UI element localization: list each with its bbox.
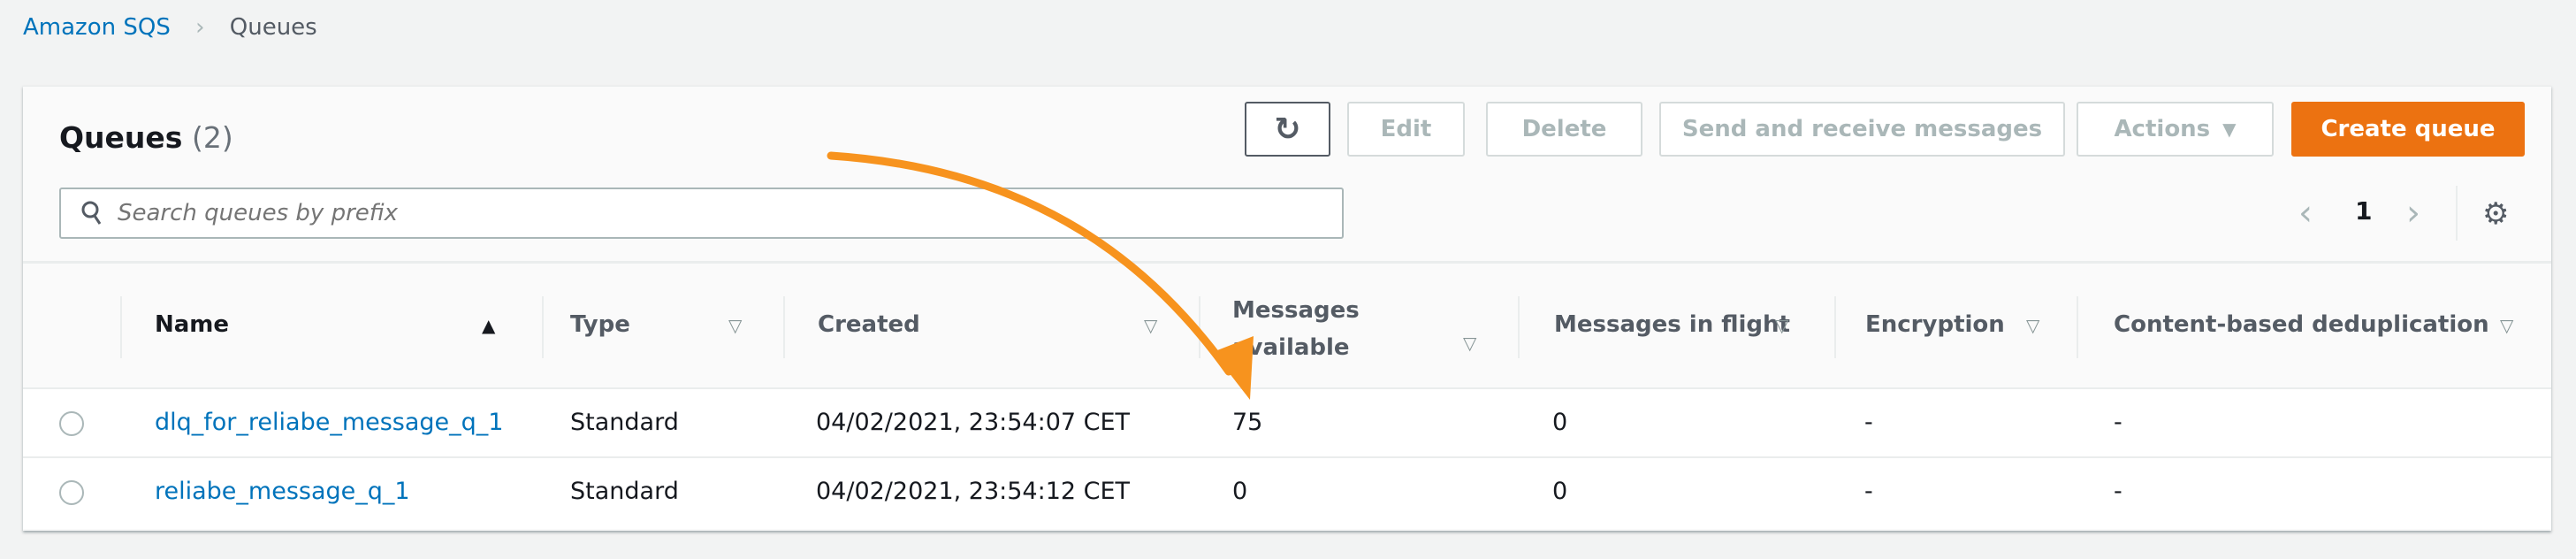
- page-number[interactable]: 1: [2355, 196, 2372, 226]
- refresh-icon: ↻: [1274, 111, 1301, 148]
- settings-button[interactable]: ⚙: [2482, 196, 2509, 232]
- header-divider: [23, 261, 2551, 264]
- sort-icon[interactable]: ▽: [2026, 315, 2039, 336]
- messages-available: 0: [1232, 478, 1248, 505]
- queue-created: 04/02/2021, 23:54:07 CET: [816, 409, 1131, 436]
- sort-ascending-icon[interactable]: ▲: [482, 315, 495, 336]
- prev-page-button[interactable]: ‹: [2298, 193, 2313, 234]
- breadcrumb-amazon-sqs[interactable]: Amazon SQS: [23, 14, 171, 41]
- gear-icon: ⚙: [2482, 196, 2510, 232]
- edit-button[interactable]: Edit: [1347, 102, 1465, 157]
- refresh-button[interactable]: ↻: [1245, 102, 1330, 157]
- messages-available: 75: [1232, 409, 1263, 436]
- queue-type: Standard: [570, 478, 679, 505]
- breadcrumb: Amazon SQS › Queues: [23, 14, 317, 41]
- delete-button[interactable]: Delete: [1486, 102, 1642, 157]
- actions-label: Actions: [2114, 116, 2211, 142]
- panel-title: Queues (2): [59, 120, 233, 155]
- search-field[interactable]: [118, 200, 1267, 226]
- sort-icon[interactable]: ▽: [1463, 333, 1476, 354]
- actions-dropdown[interactable]: Actions ▼: [2077, 102, 2274, 157]
- queue-count: (2): [191, 120, 233, 155]
- create-queue-button[interactable]: Create queue: [2291, 102, 2525, 157]
- content-dedup: -: [2114, 478, 2123, 505]
- messages-in-flight: 0: [1552, 478, 1568, 505]
- queue-name-link[interactable]: dlq_for_reliabe_message_q_1: [155, 409, 503, 436]
- column-header-content-dedup[interactable]: Content-based deduplication: [2114, 311, 2489, 338]
- breadcrumb-current: Queues: [229, 14, 317, 41]
- messages-in-flight: 0: [1552, 409, 1568, 436]
- sort-icon[interactable]: ▽: [728, 315, 742, 336]
- breadcrumb-separator-icon: ›: [195, 14, 205, 41]
- title-text: Queues: [59, 120, 183, 155]
- row-select-radio[interactable]: [59, 480, 84, 505]
- sort-icon[interactable]: ▽: [1144, 315, 1157, 336]
- send-receive-button[interactable]: Send and receive messages: [1659, 102, 2065, 157]
- column-header-messages-available[interactable]: Messages available: [1232, 292, 1360, 366]
- encryption: -: [1864, 478, 1873, 505]
- sort-icon[interactable]: ▽: [1775, 315, 1788, 336]
- queue-name-link[interactable]: reliabe_message_q_1: [155, 478, 410, 505]
- column-header-type[interactable]: Type: [570, 311, 630, 338]
- column-header-created[interactable]: Created: [818, 311, 920, 338]
- queue-created: 04/02/2021, 23:54:12 CET: [816, 478, 1131, 505]
- queue-type: Standard: [570, 409, 679, 436]
- content-dedup: -: [2114, 409, 2123, 436]
- column-header-messages-in-flight[interactable]: Messages in flight: [1554, 311, 1790, 338]
- divider: [2456, 186, 2458, 241]
- search-input[interactable]: [59, 188, 1344, 239]
- next-page-button[interactable]: ›: [2406, 193, 2420, 234]
- column-header-name[interactable]: Name: [155, 311, 229, 338]
- sort-icon[interactable]: ▽: [2500, 315, 2513, 336]
- row-select-radio[interactable]: [59, 411, 84, 436]
- encryption: -: [1864, 409, 1873, 436]
- column-header-encryption[interactable]: Encryption: [1865, 311, 2005, 338]
- caret-down-icon: ▼: [2222, 119, 2237, 140]
- search-icon: [81, 201, 102, 225]
